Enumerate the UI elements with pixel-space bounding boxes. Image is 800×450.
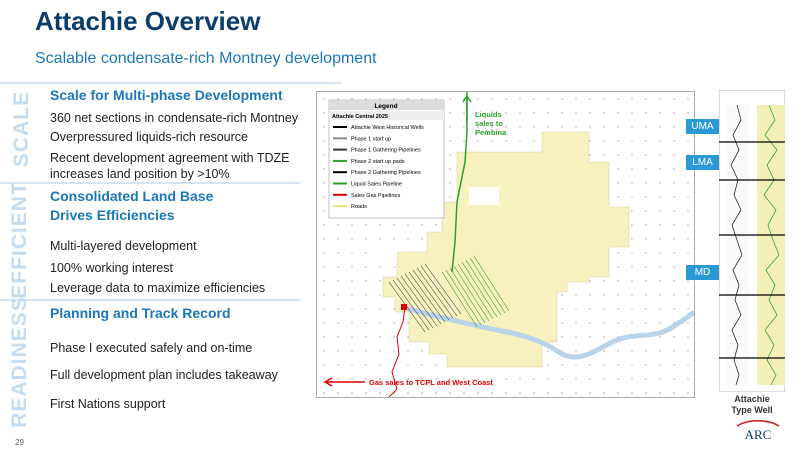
liquids-label: Liquids: [475, 110, 502, 119]
bullet: 360 net sections in condensate-rich Mont…: [50, 111, 299, 125]
land-gap: [469, 187, 499, 205]
type-well-caption: Attachie Type Well: [717, 394, 787, 416]
section-heading: Scale for Multi-phase Development: [50, 87, 283, 103]
side-label-scale: SCALE: [10, 90, 33, 168]
liquids-label: Pembina: [475, 128, 507, 137]
section-heading: Planning and Track Record: [50, 305, 231, 321]
bullet: Full development plan includes takeaway: [50, 368, 278, 382]
land-map: Legend Attachie Central 2025 Attachie We…: [316, 91, 695, 398]
bullet: 100% working interest: [50, 261, 173, 275]
divider: [0, 299, 300, 301]
page-subtitle: Scalable condensate-rich Montney develop…: [35, 50, 377, 67]
md-tag: MD: [686, 265, 719, 280]
type-well-line: Attachie: [734, 394, 770, 404]
bullet: Overpressured liquids-rich resource: [50, 130, 248, 144]
section-heading: Consolidated Land Base Drives Efficienci…: [50, 188, 214, 223]
legend-item-label: Roads: [351, 204, 367, 210]
log-fill: [757, 105, 785, 385]
legend-item-label: Sales Gas Pipelines: [351, 193, 400, 199]
bullet: Leverage data to maximize efficiencies: [50, 281, 266, 295]
type-well-line: Type Well: [731, 405, 773, 415]
type-well-log: [719, 90, 785, 392]
legend-item-label: Liquid Sales Pipeline: [351, 182, 402, 188]
gas-label: Gas sales to TCPL and West Coast: [369, 378, 493, 387]
logo-text: ARC: [745, 427, 772, 442]
lma-tag: LMA: [686, 155, 719, 170]
bullet: Phase I executed safely and on-time: [50, 341, 253, 355]
arc-logo: ARC: [736, 420, 780, 442]
legend-item-label: Phase 1 start up: [351, 136, 391, 142]
side-label-readiness: READINESS: [8, 296, 31, 428]
legend-item-label: Phase 2 start up pads: [351, 159, 405, 165]
bullet: Recent development agreement with TDZE i…: [50, 151, 290, 181]
divider: [0, 82, 342, 84]
page-title: Attachie Overview: [35, 6, 261, 36]
bullet: Multi-layered development: [50, 239, 197, 253]
legend-item-label: Attachie West Historical Wells: [351, 125, 424, 131]
divider: [0, 182, 300, 184]
bullet: First Nations support: [50, 397, 166, 411]
liquids-label: sales to: [475, 119, 503, 128]
gas-plant: [401, 304, 407, 310]
uma-tag: UMA: [686, 119, 719, 134]
land-gap: [377, 242, 397, 262]
legend-item-label: Phase 1 Gathering Pipelines: [351, 148, 421, 154]
page-number: 29: [15, 438, 24, 447]
side-label-efficient: EFFICIENT: [8, 181, 31, 299]
legend-subtitle: Attachie Central 2025: [332, 114, 388, 120]
legend-item-label: Phase 2 Gathering Pipelines: [351, 170, 421, 176]
legend-title: Legend: [374, 103, 397, 110]
